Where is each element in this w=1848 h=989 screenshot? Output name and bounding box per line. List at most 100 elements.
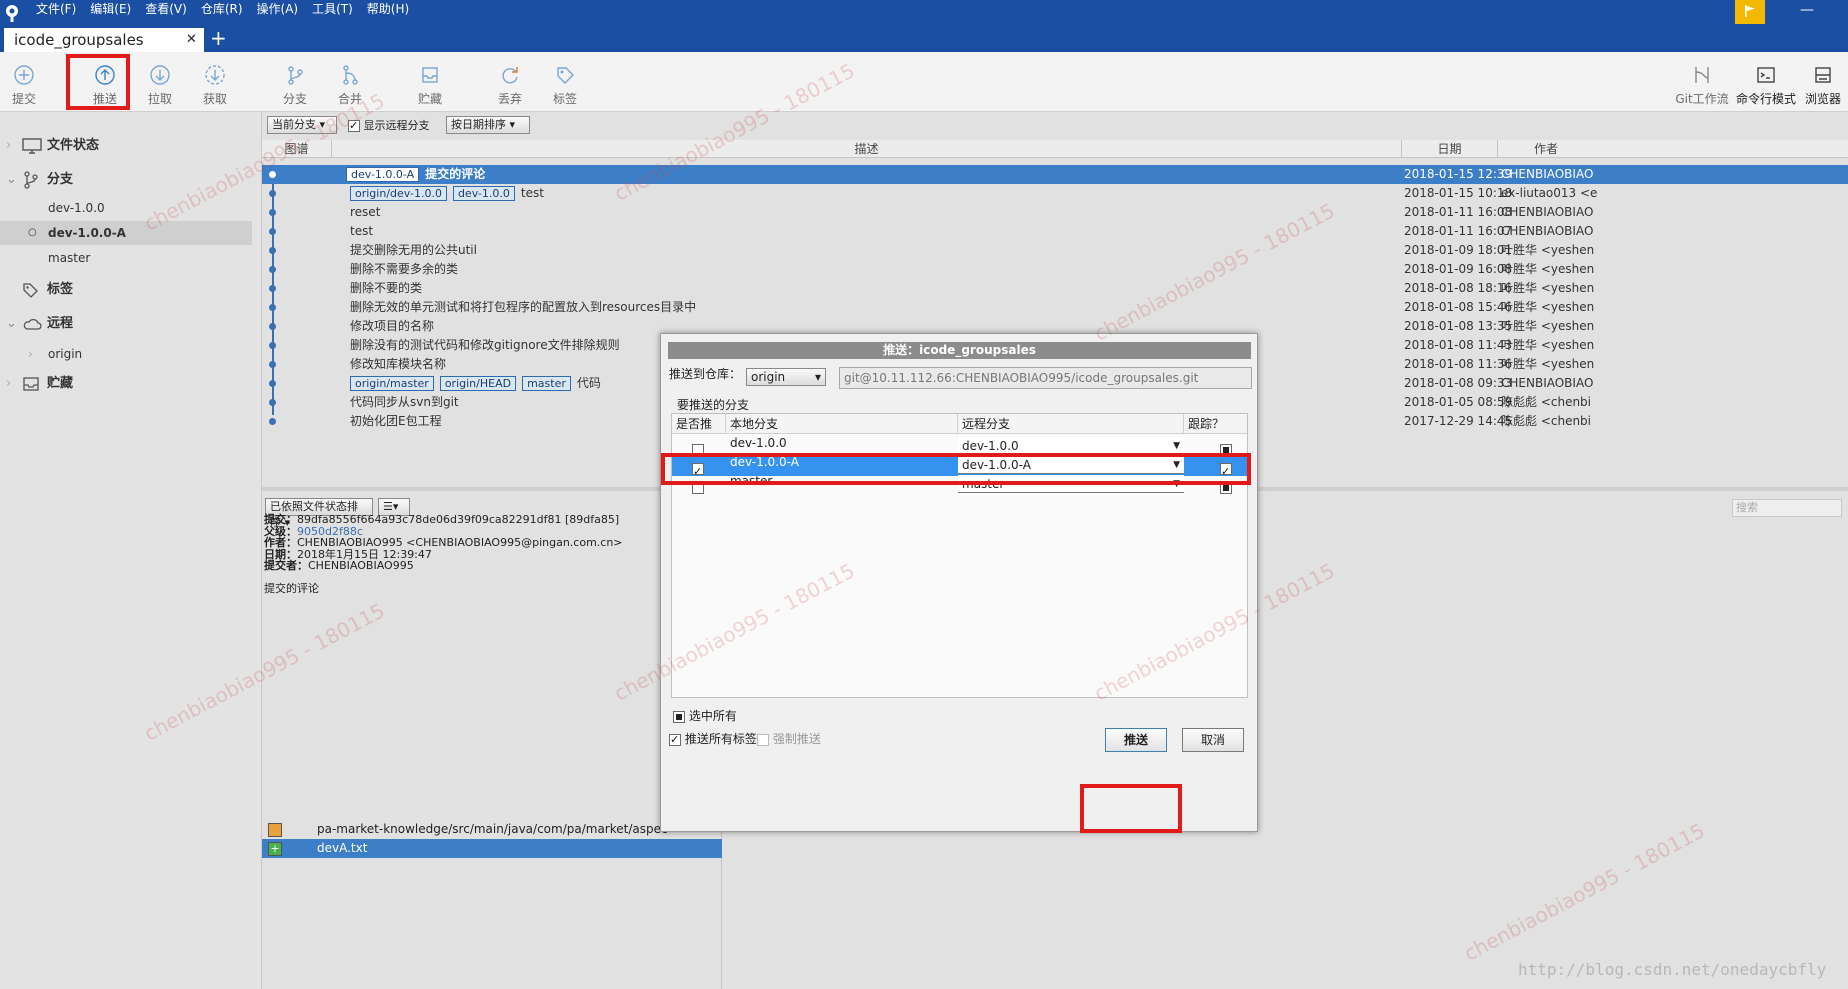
explorer-button[interactable]: 浏览器 [1798,58,1848,108]
gitflow-button[interactable]: Git工作流 [1670,58,1734,108]
commit-row[interactable]: origin/dev-1.0.0 dev-1.0.0 test 2018-01-15 … [262,184,1848,203]
sidebar-item-branch-master[interactable]: master [0,246,252,270]
col-local-branch[interactable]: 本地分支 [726,414,958,434]
sidebar-label-tags: 标签 [47,282,74,297]
menu-tools[interactable]: 工具(T) [312,0,353,18]
commit-row[interactable]: 删除不要的类 2018-01-08 18:16 叶胜华 <yeshen [262,279,1848,298]
push-confirm-button[interactable]: 推送 [1105,728,1167,752]
sort-order-select[interactable]: 按日期排序 ▾ [446,116,530,134]
show-remote-label: 显示远程分支 [363,119,430,132]
menu-help[interactable]: 帮助(H) [367,0,409,18]
commit-committer: CHENBIAOBIAO995 [308,559,414,572]
tag-button[interactable]: 标签 [537,58,593,108]
push-all-tags-checkbox[interactable]: 推送所有标签 [669,730,757,747]
menu-actions[interactable]: 操作(A) [257,0,299,18]
merge-icon [322,64,378,86]
tag-icon [537,64,593,86]
menu-file[interactable]: 文件(F) [36,0,76,18]
commit-message: 删除没有的测试代码和修改gitignore文件排除规则 [350,338,620,352]
merge-button[interactable]: 合并 [322,58,378,108]
push-all-tags-label: 推送所有标签 [684,732,757,746]
sidebar-item-file-status[interactable]: › 文件状态 [0,134,252,158]
sidebar-item-branches[interactable]: ⌄ 分支 [0,168,252,192]
commit-author: 叶胜华 <yeshen [1501,300,1595,314]
commit-date: 2018-01-11 16:07 [1404,224,1513,238]
commit-date: 2018-01-08 15:46 [1404,300,1513,314]
sidebar-label-remotes: 远程 [47,316,74,331]
graph-node [269,323,276,330]
new-tab-button[interactable]: + [210,26,227,50]
terminal-button[interactable]: 命令行模式 [1734,58,1798,108]
sidebar-item-remotes[interactable]: ⌄ 远程 [0,312,252,336]
pull-label: 拉取 [147,92,172,106]
stash-button[interactable]: 贮藏 [402,58,458,108]
minimize-button[interactable]: — [1800,2,1814,18]
cloud-icon [22,317,42,331]
menu-view[interactable]: 查看(V) [145,0,187,18]
sidebar-item-branch-dev-1-0-0[interactable]: dev-1.0.0 [0,196,252,220]
branch-label: 分支 [282,92,307,106]
graph-node [269,190,276,197]
col-track[interactable]: 跟踪？ [1184,414,1247,434]
col-push[interactable]: 是否推 [672,414,726,434]
search-input[interactable]: 搜索 [1732,499,1842,517]
file-row[interactable]: pa-market-knowledge/src/main/java/com/pa… [262,820,722,839]
menu-edit[interactable]: 编辑(E) [90,0,131,18]
fetch-button[interactable]: 获取 [187,58,243,108]
commit-row[interactable]: 删除无效的单元测试和将打包程序的配置放入到resources目录中 2018-01… [262,298,1848,317]
tab-icode-groupsales[interactable]: icode_groupsales ✕ [4,28,204,52]
graph-node [269,342,276,349]
stash-icon [402,64,458,86]
commit-row[interactable]: test 2018-01-11 16:07 CHENBIAOBIAO [262,222,1848,241]
branch-button[interactable]: 分支 [267,58,323,108]
remote-select[interactable]: origin ▾ [746,368,826,386]
sidebar-label-file-status: 文件状态 [47,138,100,153]
sidebar-item-branch-dev-1-0-0-a[interactable]: ○ dev-1.0.0-A [0,221,252,245]
commit-row[interactable]: dev-1.0.0-A 提交的评论 2018-01-15 12:39 CHENBIAO… [262,165,1848,184]
sidebar: › 文件状态 ⌄ 分支 dev-1.0.0 ○ dev-1.0.0-A mast… [0,112,262,989]
branch-filter-select[interactable]: 当前分支 ▾ [267,116,337,134]
sidebar-item-stashes[interactable]: › 贮藏 [0,372,252,396]
terminal-icon [1734,64,1798,86]
monitor-icon [22,138,42,154]
file-row-selected[interactable]: + devA.txt [262,839,722,858]
highlight-push-button [1080,784,1182,833]
cancel-button[interactable]: 取消 [1182,728,1244,752]
commit-date: 2018-01-08 18:16 [1404,281,1513,295]
fetch-icon [187,64,243,86]
commit-description: test [350,222,1400,241]
sidebar-label-branches: 分支 [47,172,74,187]
branch-name: dev-1.0.0 [48,201,105,215]
select-all-label: 选中所有 [688,709,737,723]
commit-button[interactable]: 提交 [0,58,52,108]
commit-message: 删除无效的单元测试和将打包程序的配置放入到resources目录中 [350,300,697,314]
force-push-checkbox[interactable]: 强制推送 [757,730,821,747]
footer-url: http://blog.csdn.net/onedaycbfly [1518,960,1827,979]
remote-url-field[interactable]: git@10.11.112.66:CHENBIAOBIAO995/icode_g… [839,367,1252,389]
commit-row[interactable]: 提交删除无用的公共util 2018-01-09 18:01 叶胜华 <yeshen [262,241,1848,260]
select-all-checkbox[interactable]: 选中所有 [673,707,737,724]
commit-row[interactable]: reset 2018-01-11 16:08 CHENBIAOBIAO [262,203,1848,222]
col-description[interactable]: 描述 [332,140,1402,158]
flag-button[interactable] [1735,0,1765,24]
col-remote-branch[interactable]: 远程分支 [958,414,1184,434]
col-author[interactable]: 作者 [1498,140,1848,158]
tab-label: icode_groupsales [14,31,144,49]
sidebar-item-tags[interactable]: 标签 [0,278,252,302]
commit-author: CHENBIAOBIAO [1501,205,1594,219]
col-graph[interactable]: 图谱 [262,140,332,158]
commit-date: 2017-12-29 14:45 [1404,414,1513,428]
commit-message: 提交删除无用的公共util [350,243,477,257]
pull-button[interactable]: 拉取 [132,58,188,108]
discard-button[interactable]: 丢弃 [482,58,538,108]
show-remote-branches-checkbox[interactable]: 显示远程分支 [348,117,430,133]
commit-row[interactable]: 删除不需要多余的类 2018-01-09 16:08 叶胜华 <yeshen [262,260,1848,279]
push-to-label: 推送到仓库： [669,367,742,381]
title-bar: 文件(F) 编辑(E) 查看(V) 仓库(R) 操作(A) 工具(T) 帮助(H… [0,0,1848,26]
commit-date: 2018-01-09 16:08 [1404,262,1513,276]
stash-icon [22,376,40,392]
menu-repository[interactable]: 仓库(R) [201,0,243,18]
close-tab-icon[interactable]: ✕ [186,28,197,52]
sidebar-item-remote-origin[interactable]: › origin [0,342,252,366]
col-date[interactable]: 日期 [1402,140,1498,158]
